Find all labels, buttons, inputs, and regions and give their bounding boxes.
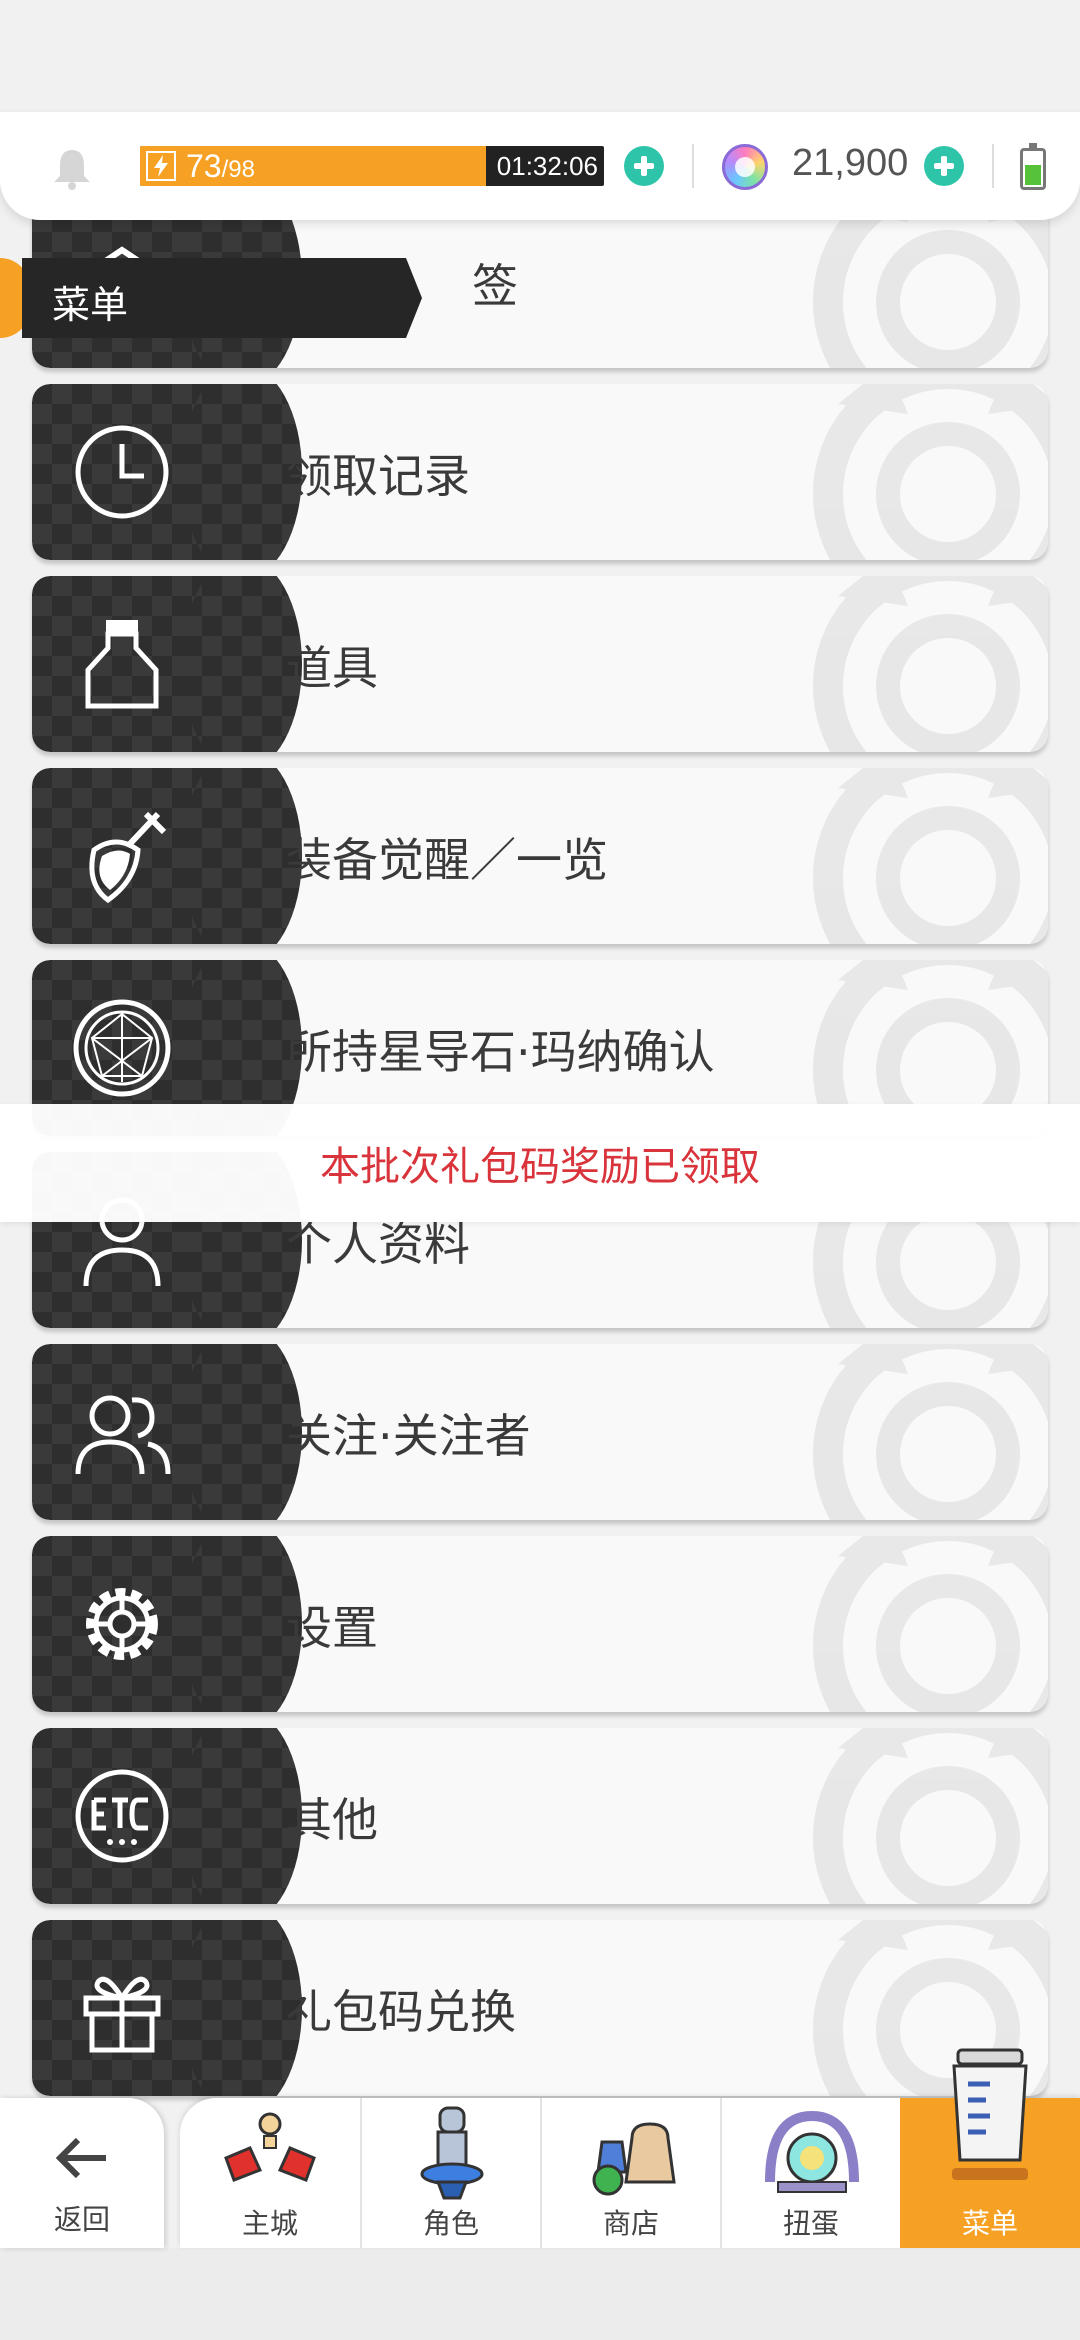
menu-item-label: 礼包码兑换 [286,1985,516,2039]
menu-item-items[interactable]: 道具 [32,576,1048,752]
tab-label: 扭蛋 [782,2207,839,2240]
gear-icon [86,1588,158,1660]
gacha-icon [765,2110,859,2193]
divider [992,144,994,188]
town-icon [224,2112,316,2182]
bell-icon[interactable] [50,146,94,190]
bottle-icon [85,620,159,709]
nav-floor [0,2248,1080,2340]
watermark-emblem [813,1344,1048,1520]
followers-icon [75,1395,171,1475]
menu-item-follow[interactable]: 关注·关注者 [32,1344,1048,1520]
menu-item-label: 设置 [286,1601,378,1655]
back-button[interactable]: 返回 [0,2098,164,2248]
tab-town[interactable]: 主城 [180,2098,360,2248]
menu-item-label: 关注·关注者 [286,1409,531,1463]
stamina-bar: 73/98 01:32:06 [140,146,604,186]
sword-shield-icon [89,811,167,904]
star-stone-icon [722,144,768,190]
bottom-nav: 返回 主城 角色 商店 扭蛋 菜单 [0,2048,1080,2248]
add-gems-button[interactable] [924,146,964,186]
tab-label: 商店 [602,2207,659,2240]
etc-icon [75,1769,169,1863]
menu-item-label: 所持星导石·玛纳确认 [286,1025,715,1079]
section-header: 菜单 [0,258,440,338]
toast-notification: 本批次礼包码奖励已领取 [0,1104,1080,1222]
battery-icon [1020,143,1046,190]
clock-icon [75,425,169,519]
tab-label: 角色 [422,2207,479,2240]
resource-bar: 73/98 01:32:06 21,900 [0,112,1080,220]
tab-menu[interactable]: 菜单 [900,2048,1080,2248]
menu-item-equipment-awakening[interactable]: 装备觉醒／一览 [32,768,1048,944]
gem-count: 21,900 [792,142,909,184]
character-icon [420,2106,484,2200]
lightning-icon [146,151,176,181]
menu-item-other[interactable]: 其他 [32,1728,1048,1904]
menu-item-label: 道具 [286,641,378,695]
menu-item-label: 装备觉醒／一览 [286,833,608,887]
watermark-emblem [813,576,1048,752]
watermark-emblem [813,384,1048,560]
gem-icon [73,999,171,1097]
divider [692,144,694,188]
back-label: 返回 [53,2203,110,2236]
tab-gacha[interactable]: 扭蛋 [720,2098,900,2248]
watermark-emblem [813,768,1048,944]
menu-item-claim-history[interactable]: 领取记录 [32,384,1048,560]
tab-label: 菜单 [961,2207,1018,2240]
section-title: 菜单 [52,283,129,327]
add-stamina-button[interactable] [624,146,664,186]
tab-shop[interactable]: 商店 [540,2098,720,2248]
gift-icon [83,1976,161,2053]
menu-jar-icon [952,2048,1028,2180]
tab-character[interactable]: 角色 [360,2098,540,2248]
menu-item-settings[interactable]: 设置 [32,1536,1048,1712]
menu-item-label: 签 [472,259,518,313]
watermark-emblem [813,1536,1048,1712]
shop-icon [592,2122,676,2196]
menu-item-label: 领取记录 [286,449,470,503]
nav-tabs: 主城 角色 商店 扭蛋 菜单 [180,2048,1080,2248]
battery-fill [1025,165,1041,185]
stamina-value: 73/98 [186,148,255,184]
toast-message: 本批次礼包码奖励已领取 [320,1144,760,1190]
menu-item-label: 其他 [286,1793,378,1847]
watermark-emblem [813,1728,1048,1904]
tab-label: 主城 [241,2207,298,2240]
menu-item-gift-code[interactable]: 礼包码兑换 [32,1920,1048,2096]
back-arrow-icon [55,2137,106,2179]
stamina-timer: 01:32:06 [496,151,598,181]
